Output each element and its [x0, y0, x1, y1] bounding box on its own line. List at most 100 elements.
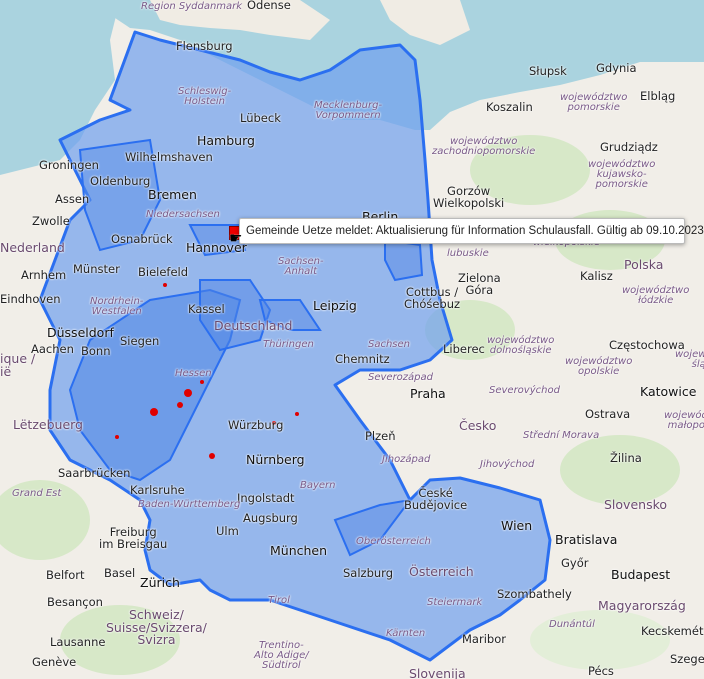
label-wuerzburg: Würzburg: [228, 418, 284, 432]
label-woj-slaskie: województwo śląskie: [675, 349, 704, 370]
label-budapest: Budapest: [611, 567, 671, 582]
label-steiermark: Steiermark: [427, 597, 483, 608]
label-odense: Odense: [247, 0, 291, 12]
label-kaernten: Kärnten: [386, 628, 426, 639]
label-muenchen: München: [270, 543, 328, 558]
label-belgique: ique / ië: [0, 351, 36, 379]
label-tirol: Tirol: [268, 595, 290, 606]
label-siegen: Siegen: [120, 334, 160, 348]
label-gorzow: Gorzów Wielkopolski: [433, 184, 505, 210]
label-luebeck: Lübeck: [240, 111, 281, 125]
label-szeged: Szeged: [670, 652, 704, 666]
label-groningen: Groningen: [39, 158, 99, 172]
label-saarbruecken: Saarbrücken: [58, 466, 131, 480]
label-osnabrueck: Osnabrück: [111, 232, 173, 246]
label-zuerich: Zürich: [140, 575, 180, 590]
label-magyarorszag: Magyarország: [598, 598, 686, 613]
label-ulm: Ulm: [216, 524, 239, 538]
label-eindhoven: Eindhoven: [0, 292, 61, 306]
label-kalisz: Kalisz: [580, 269, 613, 283]
label-region-syddanmark: Region Syddanmark: [141, 1, 243, 12]
map-view[interactable]: Region Syddanmark Odense Flensburg Kosza…: [0, 0, 704, 679]
label-pecs: Pécs: [588, 664, 614, 678]
incident-marker: [295, 412, 299, 416]
incident-tooltip: Gemeinde Uetze meldet: Aktualisierung fü…: [239, 218, 704, 244]
label-chemnitz: Chemnitz: [335, 352, 390, 366]
label-bonn: Bonn: [81, 344, 111, 358]
label-sachsen: Sachsen: [368, 339, 411, 350]
label-besancon: Besançon: [47, 595, 103, 609]
label-bremen: Bremen: [148, 187, 197, 202]
label-zielona-gora: Zielona Góra: [458, 271, 501, 297]
label-zilina: Žilina: [610, 451, 642, 465]
label-arnhem: Arnhem: [21, 268, 67, 282]
label-czestochowa: Częstochowa: [609, 338, 685, 352]
label-nuernberg: Nürnberg: [246, 452, 305, 467]
label-bielefeld: Bielefeld: [138, 265, 189, 279]
label-bratislava: Bratislava: [555, 532, 618, 547]
incident-marker: [115, 435, 119, 439]
label-belfort: Belfort: [46, 568, 85, 582]
label-oesterreich: Österreich: [409, 564, 474, 579]
label-ostrava: Ostrava: [585, 407, 631, 421]
label-karlsruhe: Karlsruhe: [130, 483, 185, 497]
label-severovychod: Severovýchod: [489, 385, 560, 396]
label-grudziadz: Grudziądz: [600, 140, 658, 154]
label-elblag: Elbląg: [640, 89, 676, 103]
label-flensburg: Flensburg: [176, 39, 233, 53]
label-polska: Polska: [624, 257, 664, 272]
label-praha: Praha: [410, 386, 446, 401]
label-schweiz: Schweiz/ Suisse/Svizzera/ Svizra: [106, 607, 207, 647]
label-assen: Assen: [55, 192, 90, 206]
hand-pointer-icon: ☛: [229, 229, 243, 247]
label-kecskemet: Kecskemét: [641, 624, 704, 638]
label-grand-est: Grand Est: [12, 488, 62, 499]
label-aachen: Aachen: [31, 342, 74, 356]
label-trentino: Trentino- Alto Adige/ Südtirol: [254, 640, 309, 671]
label-slovensko: Slovensko: [604, 497, 668, 512]
label-zwolle: Zwolle: [32, 214, 70, 228]
label-gdynia: Gdynia: [596, 61, 637, 75]
label-ingolstadt: Ingolstadt: [237, 491, 295, 505]
label-basel: Basel: [104, 566, 136, 580]
label-woj-lodzkie: województwo łódzkie: [622, 285, 690, 306]
label-lausanne: Lausanne: [50, 635, 106, 649]
label-letzebuerg: Lëtzebuerg: [13, 417, 83, 432]
label-wien: Wien: [501, 518, 533, 533]
label-woj-zachodniopomorskie: województwo zachodniopomorskie: [432, 136, 536, 157]
label-woj-pomorskie: województwo pomorskie: [560, 92, 628, 113]
label-bayern: Bayern: [300, 480, 336, 491]
incident-marker: [209, 453, 215, 459]
label-ceske-budejovice: České Budějovice: [404, 486, 468, 512]
label-maribor: Maribor: [462, 632, 506, 646]
label-geneve: Genève: [32, 655, 77, 669]
label-woj-malopolskie: województwo małopolskie: [664, 410, 704, 431]
label-plzen: Plzeň: [365, 429, 396, 443]
label-augsburg: Augsburg: [243, 511, 298, 525]
label-kassel: Kassel: [188, 302, 225, 316]
label-katowice: Katowice: [640, 384, 697, 399]
label-oldenburg: Oldenburg: [90, 174, 151, 188]
incident-marker: [177, 402, 183, 408]
incident-marker: [163, 283, 167, 287]
incident-marker: [200, 380, 204, 384]
label-woj-opolskie: województwo opolskie: [565, 356, 633, 377]
label-cottbus: Cottbus / Chóśebuz: [404, 285, 461, 311]
label-nrw: Nordrhein- Westfalen: [90, 296, 144, 317]
label-sachsen-anhalt: Sachsen- Anhalt: [278, 256, 324, 277]
label-dunantul: Dunántúl: [549, 619, 595, 630]
label-hamburg: Hamburg: [197, 133, 255, 148]
label-freiburg: Freiburg im Breisgau: [99, 525, 168, 551]
label-woj-kujawsko: województwo kujawsko- pomorskie: [588, 159, 656, 190]
label-thueringen: Thüringen: [263, 339, 314, 350]
label-jihozapad: Jihozápad: [382, 454, 431, 465]
label-cesko: Česko: [459, 418, 497, 433]
label-hessen: Hessen: [175, 368, 212, 379]
label-meck-pomm: Mecklenburg- Vorpommern: [314, 100, 383, 121]
label-niedersachsen: Niedersachsen: [146, 209, 220, 220]
label-wilhelmshaven: Wilhelmshaven: [125, 150, 213, 164]
label-slovenija: Slovenija: [409, 666, 466, 679]
label-schleswig-holstein: Schleswig- Holstein: [178, 86, 232, 107]
label-oberoesterreich: Oberösterreich: [356, 536, 431, 547]
label-severozapad: Severozápad: [368, 372, 433, 383]
